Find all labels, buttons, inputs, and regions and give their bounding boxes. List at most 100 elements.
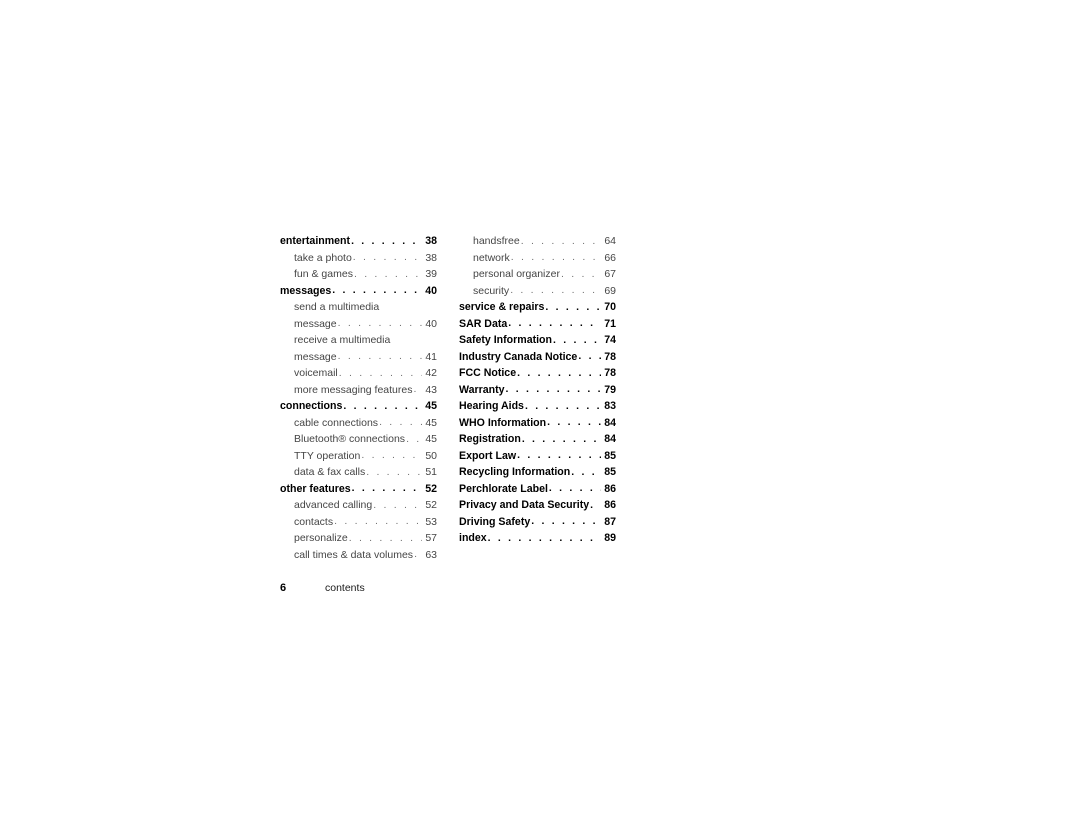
toc-entry[interactable]: data & fax calls. . . . . . . . . . . . …: [280, 464, 437, 481]
dot-leader: . . . . . . . . . . . . . . . . . . . . …: [521, 432, 601, 445]
toc-entry[interactable]: entertainment. . . . . . . . . . . . . .…: [280, 233, 437, 250]
toc-entry-page-number: 87: [604, 515, 616, 528]
toc-entry[interactable]: personalize. . . . . . . . . . . . . . .…: [280, 530, 437, 547]
toc-entry-page-number: 86: [604, 482, 616, 495]
toc-entry-label: receive a multimedia: [294, 334, 391, 346]
toc-entry-label: Registration: [459, 433, 521, 445]
toc-entry[interactable]: Safety Information. . . . . . . . . . . …: [459, 332, 616, 349]
dot-leader: . . . . . . . . . . . . . . . . . . . . …: [353, 267, 422, 280]
toc-entry-label: TTY operation: [294, 449, 361, 462]
toc-entry-label: FCC Notice: [459, 367, 517, 379]
toc-entry[interactable]: Warranty. . . . . . . . . . . . . . . . …: [459, 382, 616, 399]
toc-entry[interactable]: message. . . . . . . . . . . . . . . . .…: [280, 316, 437, 333]
dot-leader: . . . . . . . . . . . . . . . . . . . . …: [351, 234, 422, 247]
toc-entry-page-number: 78: [604, 367, 616, 379]
toc-entry-label: connections: [280, 400, 343, 412]
toc-entry[interactable]: Driving Safety. . . . . . . . . . . . . …: [459, 514, 616, 531]
toc-entry[interactable]: take a photo. . . . . . . . . . . . . . …: [280, 250, 437, 267]
toc-entry[interactable]: FCC Notice. . . . . . . . . . . . . . . …: [459, 365, 616, 382]
toc-entry-page-number: 45: [425, 433, 437, 445]
dot-leader: . . . . . . . . . . . . . . . . . . . . …: [379, 416, 422, 428]
dot-leader: . . . . . . . . . . . . . . . . . . . . …: [571, 465, 601, 478]
toc-entry-label: security: [473, 284, 510, 297]
toc-entry-label: message: [294, 317, 337, 330]
toc-entry[interactable]: fun & games. . . . . . . . . . . . . . .…: [280, 266, 437, 283]
toc-entry[interactable]: security. . . . . . . . . . . . . . . . …: [459, 283, 616, 300]
dot-leader: . . . . . . . . . . . . . . . . . . . . …: [520, 234, 601, 247]
dot-leader: . . . . . . . . . . . . . . . . . . . . …: [531, 515, 601, 527]
toc-entry-label: messages: [280, 284, 332, 297]
toc-entry[interactable]: index. . . . . . . . . . . . . . . . . .…: [459, 530, 616, 547]
toc-entry-label: contacts: [294, 515, 334, 528]
toc-entry[interactable]: message. . . . . . . . . . . . . . . . .…: [280, 349, 437, 366]
toc-entry[interactable]: Export Law. . . . . . . . . . . . . . . …: [459, 448, 616, 465]
toc-entry-page-number: 50: [425, 449, 437, 462]
dot-leader: . . . . . . . . . . . . . . . . . . . . …: [553, 333, 601, 346]
toc-entry[interactable]: SAR Data. . . . . . . . . . . . . . . . …: [459, 316, 616, 333]
toc-entry-page-number: 69: [604, 284, 616, 297]
toc-entry[interactable]: personal organizer. . . . . . . . . . . …: [459, 266, 616, 283]
dot-leader: . . . . . . . . . . . . . . . . . . . . …: [406, 432, 422, 445]
toc-entry[interactable]: Registration. . . . . . . . . . . . . . …: [459, 431, 616, 448]
dot-leader: . . . . . . . . . . . . . . . . . . . . …: [337, 350, 422, 362]
toc-entry[interactable]: receive a multimedia. . . . . . . . . . …: [280, 332, 437, 349]
toc-entry-page-number: 63: [425, 548, 437, 561]
toc-entry-page-number: 86: [604, 499, 616, 511]
dot-leader: . . . . . . . . . . . . . . . . . . . . …: [351, 482, 422, 494]
toc-entry[interactable]: service & repairs. . . . . . . . . . . .…: [459, 299, 616, 316]
dot-leader: . . . . . . . . . . . . . . . . . . . . …: [338, 366, 422, 379]
toc-entry[interactable]: other features. . . . . . . . . . . . . …: [280, 481, 437, 498]
toc-entry-page-number: 51: [425, 466, 437, 478]
toc-entry[interactable]: TTY operation. . . . . . . . . . . . . .…: [280, 448, 437, 465]
toc-entry[interactable]: Industry Canada Notice. . . . . . . . . …: [459, 349, 616, 366]
toc-entry[interactable]: network. . . . . . . . . . . . . . . . .…: [459, 250, 616, 267]
dot-leader: . . . . . . . . . . . . . . . . . . . . …: [508, 317, 601, 329]
toc-entry[interactable]: contacts. . . . . . . . . . . . . . . . …: [280, 514, 437, 531]
toc-entry-label: voicemail: [294, 367, 338, 379]
toc-entry-page-number: 45: [425, 400, 437, 412]
toc-entry-label: Export Law: [459, 449, 517, 462]
toc-entry[interactable]: Recycling Information. . . . . . . . . .…: [459, 464, 616, 481]
toc-entry-page-number: 41: [425, 350, 437, 363]
dot-leader: . . . . . . . . . . . . . . . . . . . . …: [414, 548, 422, 560]
toc-entry-label: data & fax calls: [294, 466, 366, 478]
dot-leader: . . . . . . . . . . . . . . . . . . . . …: [547, 416, 601, 428]
dot-leader: . . . . . . . . . . . . . . . . . . . . …: [517, 449, 601, 461]
toc-entry[interactable]: messages. . . . . . . . . . . . . . . . …: [280, 283, 437, 300]
toc-entry[interactable]: Privacy and Data Security. . . . . . . .…: [459, 497, 616, 514]
toc-entry[interactable]: voicemail. . . . . . . . . . . . . . . .…: [280, 365, 437, 382]
toc-entry[interactable]: handsfree. . . . . . . . . . . . . . . .…: [459, 233, 616, 250]
page-footer: 6 contents: [280, 582, 365, 594]
toc-entry-page-number: 52: [425, 499, 437, 511]
toc-entry-label: take a photo: [294, 251, 352, 264]
toc-entry-label: Hearing Aids: [459, 400, 524, 412]
toc-entry-label: SAR Data: [459, 317, 508, 330]
toc-entry-page-number: 53: [425, 515, 437, 528]
toc-entry-label: Warranty: [459, 383, 505, 396]
toc-entry[interactable]: Perchlorate Label. . . . . . . . . . . .…: [459, 481, 616, 498]
toc-entry[interactable]: connections. . . . . . . . . . . . . . .…: [280, 398, 437, 415]
dot-leader: . . . . . . . . . . . . . . . . . . . . …: [590, 498, 601, 511]
toc-entry[interactable]: more messaging features. . . . . . . . .…: [280, 382, 437, 399]
toc-entry-label: call times & data volumes: [294, 548, 414, 561]
dot-leader: . . . . . . . . . . . . . . . . . . . . …: [343, 399, 422, 412]
table-of-contents: entertainment . . . . . . . . . . . . . .…: [280, 233, 616, 563]
toc-entry[interactable]: Hearing Aids. . . . . . . . . . . . . . …: [459, 398, 616, 415]
dot-leader: . . . . . . . . . . . . . . . . . . . . …: [524, 399, 601, 412]
toc-column-left: entertainment. . . . . . . . . . . . . .…: [280, 233, 437, 563]
toc-entry[interactable]: Bluetooth® connections. . . . . . . . . …: [280, 431, 437, 448]
page-number: 6: [280, 582, 287, 594]
toc-entry-page-number: 67: [604, 268, 616, 280]
toc-entry-label: other features: [280, 482, 351, 495]
toc-entry[interactable]: call times & data volumes. . . . . . . .…: [280, 547, 437, 564]
toc-entry-label: Industry Canada Notice: [459, 350, 578, 363]
toc-entry[interactable]: cable connections. . . . . . . . . . . .…: [280, 415, 437, 432]
toc-entry[interactable]: send a multimedia. . . . . . . . . . . .…: [280, 299, 437, 316]
toc-entry[interactable]: advanced calling. . . . . . . . . . . . …: [280, 497, 437, 514]
toc-entry-page-number: 40: [425, 284, 437, 297]
toc-entry-label: Privacy and Data Security: [459, 499, 590, 511]
toc-entry-label: cable connections: [294, 416, 379, 429]
toc-entry-page-number: 85: [604, 466, 616, 478]
toc-entry-page-number: 43: [425, 383, 437, 396]
toc-entry[interactable]: WHO Information. . . . . . . . . . . . .…: [459, 415, 616, 432]
